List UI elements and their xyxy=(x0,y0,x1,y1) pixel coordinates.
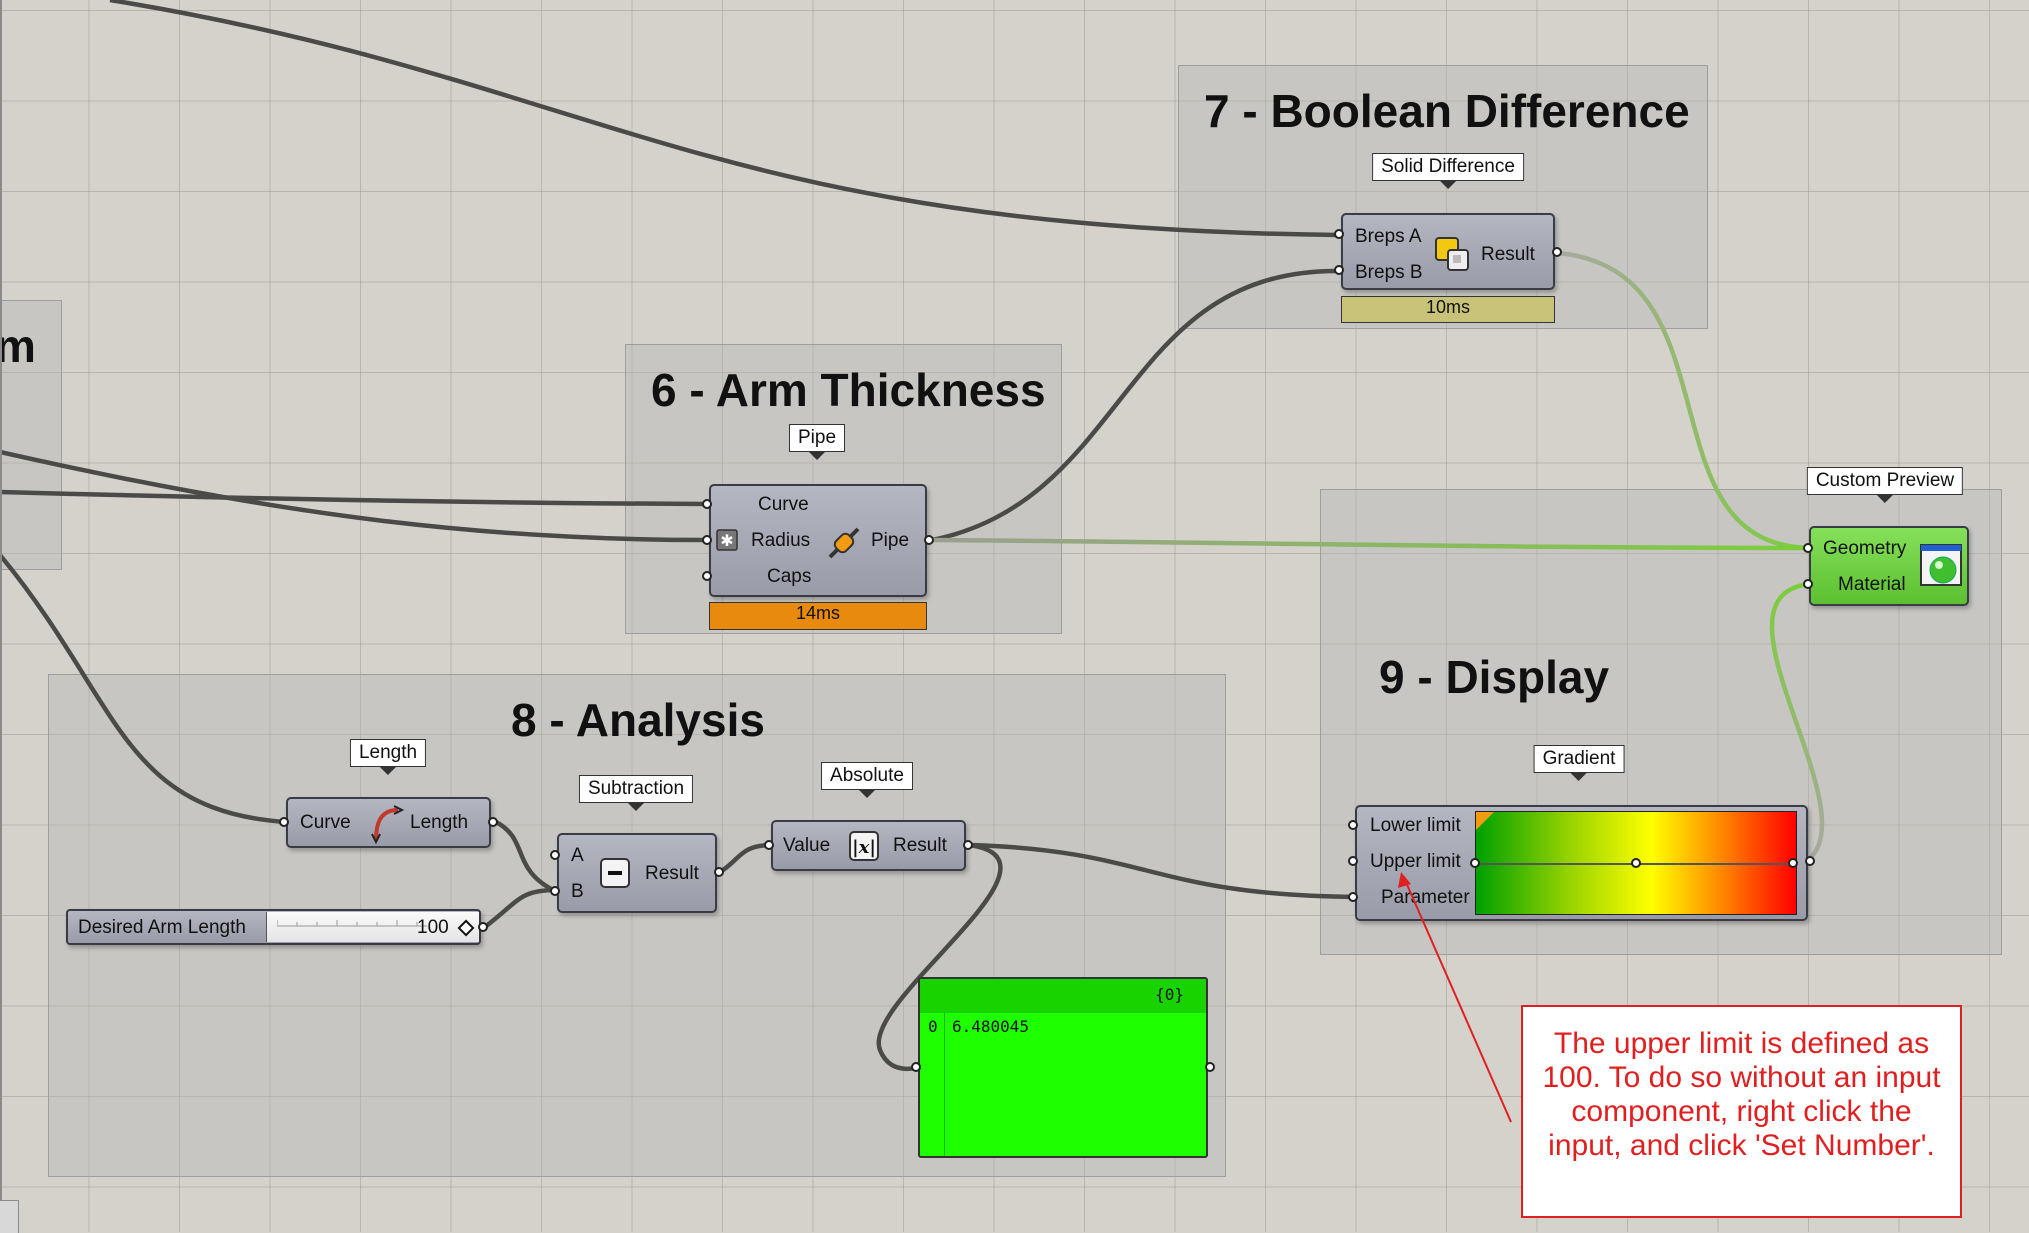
gradient-corner-icon xyxy=(1476,812,1494,830)
curve-input[interactable] xyxy=(702,499,712,509)
slider-label: Desired Arm Length xyxy=(78,917,246,938)
annotation-note: The upper limit is defined as 100. To do… xyxy=(1521,1005,1962,1218)
wire-slider-to-b xyxy=(483,887,558,929)
gradient-grip[interactable] xyxy=(1470,858,1480,868)
length-output-label: Length xyxy=(410,812,469,833)
absolute-value-icon: |x| xyxy=(848,830,880,862)
canvas-left-edge xyxy=(0,0,2,1232)
result-label: Result xyxy=(893,835,947,856)
wire-abs-to-parameter xyxy=(968,842,1357,900)
wire-to-length-curve xyxy=(0,553,286,825)
breps-a-label: Breps A xyxy=(1355,226,1422,247)
length-tag: Length xyxy=(349,739,427,775)
b-input[interactable] xyxy=(550,886,560,896)
canvas-corner xyxy=(0,1200,19,1233)
svg-text:|x|: |x| xyxy=(852,837,876,858)
custom-preview-component[interactable]: Geometry Material xyxy=(1809,526,1969,606)
gradient-ramp[interactable] xyxy=(1470,811,1798,915)
result-output[interactable] xyxy=(963,840,973,850)
lower-limit-label: Lower limit xyxy=(1370,815,1461,836)
solid-difference-tag: Solid Difference xyxy=(1372,153,1524,189)
breps-b-label: Breps B xyxy=(1355,262,1423,283)
custom-preview-tag: Custom Preview xyxy=(1806,467,1964,503)
curve-label: Curve xyxy=(300,812,351,833)
caps-label: Caps xyxy=(767,566,812,587)
output-panel[interactable]: {0} 0 6.480045 xyxy=(918,977,1208,1158)
preview-sphere-icon xyxy=(1919,543,1963,587)
panel-divider xyxy=(944,1013,945,1156)
panel-output[interactable] xyxy=(1205,1062,1215,1072)
pipe-output[interactable] xyxy=(924,535,934,545)
radius-label: Radius xyxy=(751,530,811,551)
curve-input[interactable] xyxy=(279,817,289,827)
curve-label: Curve xyxy=(758,494,809,515)
curve-length-icon xyxy=(368,804,406,845)
wire-to-breps-a xyxy=(109,0,1339,238)
timer-badge: 10ms xyxy=(1341,296,1555,323)
length-output[interactable] xyxy=(488,817,498,827)
pipe-output-label: Pipe xyxy=(871,530,910,551)
solid-difference-component[interactable]: Breps A Breps B Result xyxy=(1341,213,1555,290)
b-label: B xyxy=(571,881,584,902)
material-input[interactable] xyxy=(1803,579,1813,589)
panel-index: 0 xyxy=(928,1017,938,1036)
wire-pipe-to-geometry xyxy=(931,537,1811,551)
solid-difference-icon xyxy=(1433,235,1473,275)
breps-b-input[interactable] xyxy=(1334,265,1344,275)
pipe-icon xyxy=(824,523,864,563)
number-slider[interactable]: Desired Arm Length 100 xyxy=(66,909,481,945)
absolute-component[interactable]: Value Result |x| xyxy=(771,820,966,871)
svg-text:✱: ✱ xyxy=(720,531,733,550)
panel-path: {0} xyxy=(1155,985,1184,1004)
wire-pipe-to-breps-b xyxy=(931,268,1339,543)
slider-track[interactable]: 100 xyxy=(266,912,479,942)
subtraction-tag: Subtraction xyxy=(578,775,694,811)
value-label: Value xyxy=(783,835,831,856)
minus-icon xyxy=(599,857,631,889)
wire-length-to-a xyxy=(494,820,558,895)
upper-limit-input[interactable] xyxy=(1348,856,1358,866)
slider-value: 100 xyxy=(417,917,449,938)
a-label: A xyxy=(571,845,584,866)
gradient-tag: Gradient xyxy=(1533,745,1625,781)
material-label: Material xyxy=(1838,574,1906,595)
panel-value: 6.480045 xyxy=(952,1017,1030,1036)
length-component[interactable]: Curve Length xyxy=(286,797,491,848)
pipe-component[interactable]: Curve Radius Caps Pipe ✱ xyxy=(709,484,927,597)
gradient-output[interactable] xyxy=(1805,856,1815,866)
parameter-label: Parameter xyxy=(1381,887,1470,908)
radius-input[interactable] xyxy=(702,535,712,545)
pipe-tag: Pipe xyxy=(788,424,846,460)
gradient-grip[interactable] xyxy=(1788,858,1798,868)
timer-badge: 14ms xyxy=(709,602,927,630)
geometry-label: Geometry xyxy=(1823,538,1907,559)
wire-to-curve xyxy=(0,489,709,507)
panel-input[interactable] xyxy=(911,1062,921,1072)
wire-result-to-geometry xyxy=(1557,250,1811,551)
upper-limit-label: Upper limit xyxy=(1370,851,1461,872)
geometry-input[interactable] xyxy=(1803,543,1813,553)
a-input[interactable] xyxy=(550,850,560,860)
slider-output[interactable] xyxy=(478,922,488,932)
gradient-grip[interactable] xyxy=(1631,858,1641,868)
result-output[interactable] xyxy=(1552,247,1562,257)
caps-input[interactable] xyxy=(702,571,712,581)
lower-limit-input[interactable] xyxy=(1348,820,1358,830)
breps-a-input[interactable] xyxy=(1334,229,1344,239)
absolute-tag: Absolute xyxy=(821,762,913,798)
gradient-component[interactable]: Lower limit Upper limit Parameter xyxy=(1355,805,1808,921)
expression-icon: ✱ xyxy=(716,529,738,551)
result-label: Result xyxy=(645,863,699,884)
value-input[interactable] xyxy=(764,840,774,850)
slider-grip-icon[interactable] xyxy=(457,919,475,937)
parameter-input[interactable] xyxy=(1348,892,1358,902)
wire-sub-to-abs xyxy=(718,842,773,874)
result-output[interactable] xyxy=(714,867,724,877)
subtraction-component[interactable]: A B Result xyxy=(557,833,717,913)
result-label: Result xyxy=(1481,244,1535,265)
